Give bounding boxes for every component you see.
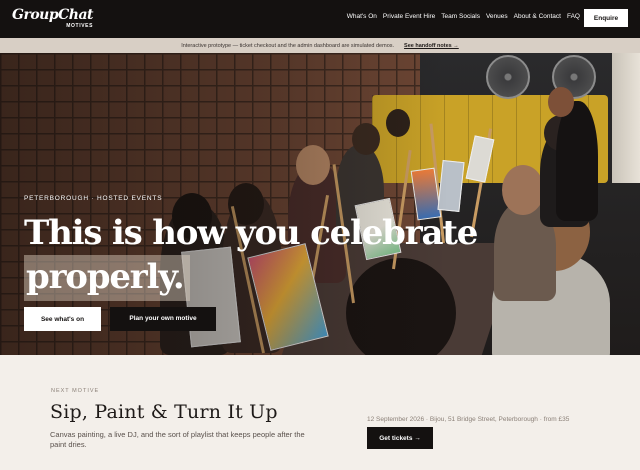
nav-link-about-contact[interactable]: About & Contact	[514, 13, 561, 20]
headline-line-1: This is how you celebrate	[24, 213, 478, 253]
hero-eyebrow: PETERBOROUGH · HOSTED EVENTS	[24, 195, 163, 202]
event-title: Sip, Paint & Turn It Up	[50, 401, 278, 423]
logo-wordmark: GroupChat	[12, 7, 94, 23]
site-logo[interactable]: GroupChat MOTIVES	[12, 7, 94, 29]
nav-link-faq[interactable]: FAQ	[567, 13, 580, 20]
section-eyebrow: NEXT MOTIVE	[51, 388, 100, 394]
logo-subtitle: MOTIVES	[66, 23, 93, 29]
top-nav: GroupChat MOTIVES What's On Private Even…	[0, 0, 640, 38]
handoff-notes-link[interactable]: See handoff notes →	[404, 43, 459, 49]
event-description: Canvas painting, a live DJ, and the sort…	[50, 430, 305, 449]
prototype-banner: Interactive prototype — ticket checkout …	[0, 38, 640, 53]
nav-link-whats-on[interactable]: What's On	[347, 13, 377, 20]
hero-section: PETERBOROUGH · HOSTED EVENTS This is how…	[0, 53, 640, 355]
nav-links: What's On Private Event Hire Team Social…	[347, 13, 580, 20]
plan-your-own-motive-button[interactable]: Plan your own motive	[110, 307, 216, 331]
headline-line-2: properly.	[24, 255, 190, 301]
see-whats-on-button[interactable]: See what's on	[24, 307, 101, 331]
nav-link-venues[interactable]: Venues	[486, 13, 508, 20]
nav-link-team-socials[interactable]: Team Socials	[441, 13, 480, 20]
get-tickets-button[interactable]: Get tickets →	[367, 427, 433, 449]
hero-headline: This is how you celebrate properly.	[24, 211, 478, 301]
banner-text: Interactive prototype — ticket checkout …	[181, 42, 395, 49]
enquire-button[interactable]: Enquire	[584, 9, 628, 27]
nav-link-private-event-hire[interactable]: Private Event Hire	[383, 13, 435, 20]
event-details: 12 September 2026 · Bijou, 51 Bridge Str…	[367, 416, 570, 423]
